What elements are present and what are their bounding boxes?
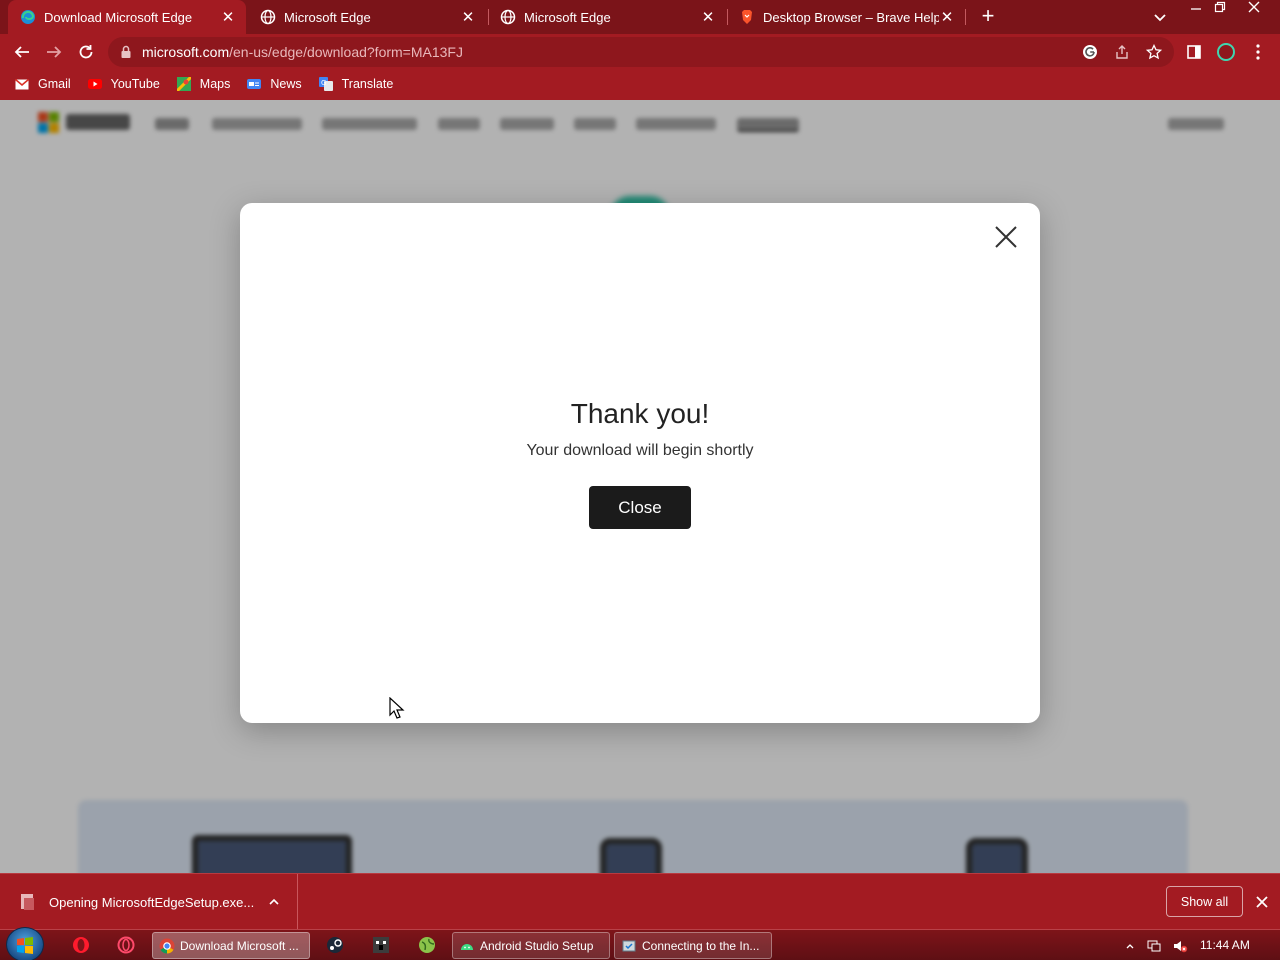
url-path: /en-us/edge/download?form=MA13FJ [229, 44, 463, 60]
taskbar-android-studio-setup[interactable]: Android Studio Setup [452, 932, 610, 959]
kebab-menu-icon[interactable] [1246, 40, 1270, 64]
tab-microsoft-edge-1[interactable]: Microsoft Edge ✕ [248, 0, 486, 34]
setup-file-icon [21, 894, 34, 910]
download-dialog: Thank you! Your download will begin shor… [240, 203, 1040, 723]
taskbar-task-label: Connecting to the In... [642, 938, 760, 953]
profile-avatar[interactable] [1214, 40, 1238, 64]
windows-taskbar: Download Microsoft ... Android Studio Se… [0, 927, 1280, 960]
bookmark-label: Translate [341, 77, 394, 91]
tab-download-microsoft-edge[interactable]: Download Microsoft Edge ✕ [8, 0, 246, 34]
tab-search-chevron-icon[interactable] [1150, 7, 1170, 27]
taskbar-task-label: Download Microsoft ... [180, 938, 299, 953]
restore-icon[interactable] [1206, 0, 1234, 20]
bookmarks-bar: Gmail YouTube Maps News G Translate [0, 70, 1280, 98]
dialog-close-icon[interactable] [992, 223, 1020, 251]
download-shelf: Opening MicrosoftEdgeSetup.exe... Show a… [0, 873, 1280, 930]
tab-close-icon[interactable]: ✕ [939, 8, 955, 26]
chrome-icon [159, 938, 175, 954]
google-lens-icon[interactable] [1082, 44, 1098, 65]
youtube-icon [87, 76, 103, 92]
share-icon[interactable] [1114, 44, 1130, 65]
taskbar-task-label: Android Studio Setup [480, 938, 594, 953]
taskbar-connecting-installer[interactable]: Connecting to the In... [614, 932, 772, 959]
tab-brave-help[interactable]: Desktop Browser – Brave Help Ce ✕ [727, 0, 965, 34]
svg-text:G: G [321, 79, 326, 87]
tab-title: Microsoft Edge [524, 9, 611, 25]
globe-icon [260, 9, 276, 25]
opera-gx-icon[interactable] [116, 935, 136, 955]
tab-close-icon[interactable]: ✕ [220, 8, 236, 26]
tab-title: Desktop Browser – Brave Help Ce [763, 9, 939, 25]
maps-icon [176, 76, 192, 92]
forward-icon[interactable] [42, 40, 66, 64]
dialog-title: Thank you! [570, 398, 710, 429]
close-button[interactable]: Close [589, 486, 691, 529]
tab-close-icon[interactable]: ✕ [700, 8, 716, 26]
tab-separator [965, 9, 966, 25]
bookmark-news[interactable]: News [246, 76, 302, 92]
tab-close-icon[interactable]: ✕ [460, 8, 476, 26]
android-studio-icon [459, 938, 475, 954]
url-text[interactable]: microsoft.com/en-us/edge/download?form=M… [142, 44, 463, 60]
start-button[interactable] [6, 927, 44, 960]
volume-muted-icon[interactable] [1172, 938, 1188, 954]
download-status-text: Opening MicrosoftEdgeSetup.exe... [49, 894, 255, 910]
side-panel-icon[interactable] [1182, 40, 1206, 64]
chevron-up-icon[interactable] [266, 894, 282, 910]
windows-logo-icon [17, 936, 33, 954]
new-tab-button[interactable]: + [976, 5, 1000, 29]
globe-app-icon[interactable] [417, 935, 437, 955]
tab-title: Microsoft Edge [284, 9, 371, 25]
bookmark-label: News [270, 77, 302, 91]
bookmark-translate[interactable]: G Translate [318, 76, 394, 92]
bookmark-label: Gmail [38, 77, 71, 91]
window-close-icon[interactable] [1240, 0, 1268, 20]
tab-strip: Download Microsoft Edge ✕ Microsoft Edge… [0, 0, 1280, 34]
show-all-button[interactable]: Show all [1166, 886, 1243, 917]
web-page: Thank you! Your download will begin shor… [0, 100, 1280, 873]
bookmark-youtube[interactable]: YouTube [87, 76, 160, 92]
bookmark-maps[interactable]: Maps [176, 76, 231, 92]
url-host: microsoft.com [142, 44, 230, 60]
bookmark-gmail[interactable]: Gmail [14, 76, 71, 92]
gmail-icon [14, 76, 30, 92]
bookmark-label: Maps [199, 77, 231, 91]
lock-icon[interactable] [120, 45, 132, 64]
toolbar: microsoft.com/en-us/edge/download?form=M… [0, 34, 1280, 70]
dialog-subtitle: Your download will begin shortly [526, 442, 754, 459]
reload-icon[interactable] [74, 40, 98, 64]
close-shelf-icon[interactable] [1254, 894, 1270, 910]
news-icon [246, 76, 262, 92]
opera-icon[interactable] [71, 935, 91, 955]
show-hidden-icons-icon[interactable] [1122, 938, 1138, 954]
download-item[interactable]: Opening MicrosoftEdgeSetup.exe... [0, 874, 298, 930]
steam-icon[interactable] [325, 935, 345, 955]
bookmark-label: YouTube [110, 77, 160, 91]
mouse-cursor-icon [389, 697, 405, 719]
back-icon[interactable] [10, 40, 34, 64]
minecraft-icon[interactable] [371, 935, 391, 955]
tab-title: Download Microsoft Edge [44, 9, 193, 25]
bookmark-star-icon[interactable] [1145, 43, 1163, 65]
brave-icon [739, 9, 755, 25]
network-icon[interactable] [1146, 938, 1162, 954]
tab-microsoft-edge-2[interactable]: Microsoft Edge ✕ [488, 0, 726, 34]
globe-icon [500, 9, 516, 25]
edge-icon [20, 9, 36, 25]
address-bar[interactable]: microsoft.com/en-us/edge/download?form=M… [108, 37, 1174, 67]
installer-icon [621, 938, 637, 954]
clock-time[interactable]: 11:44 AM [1200, 938, 1250, 952]
translate-icon: G [318, 76, 334, 92]
taskbar-chrome-window[interactable]: Download Microsoft ... [152, 932, 310, 959]
